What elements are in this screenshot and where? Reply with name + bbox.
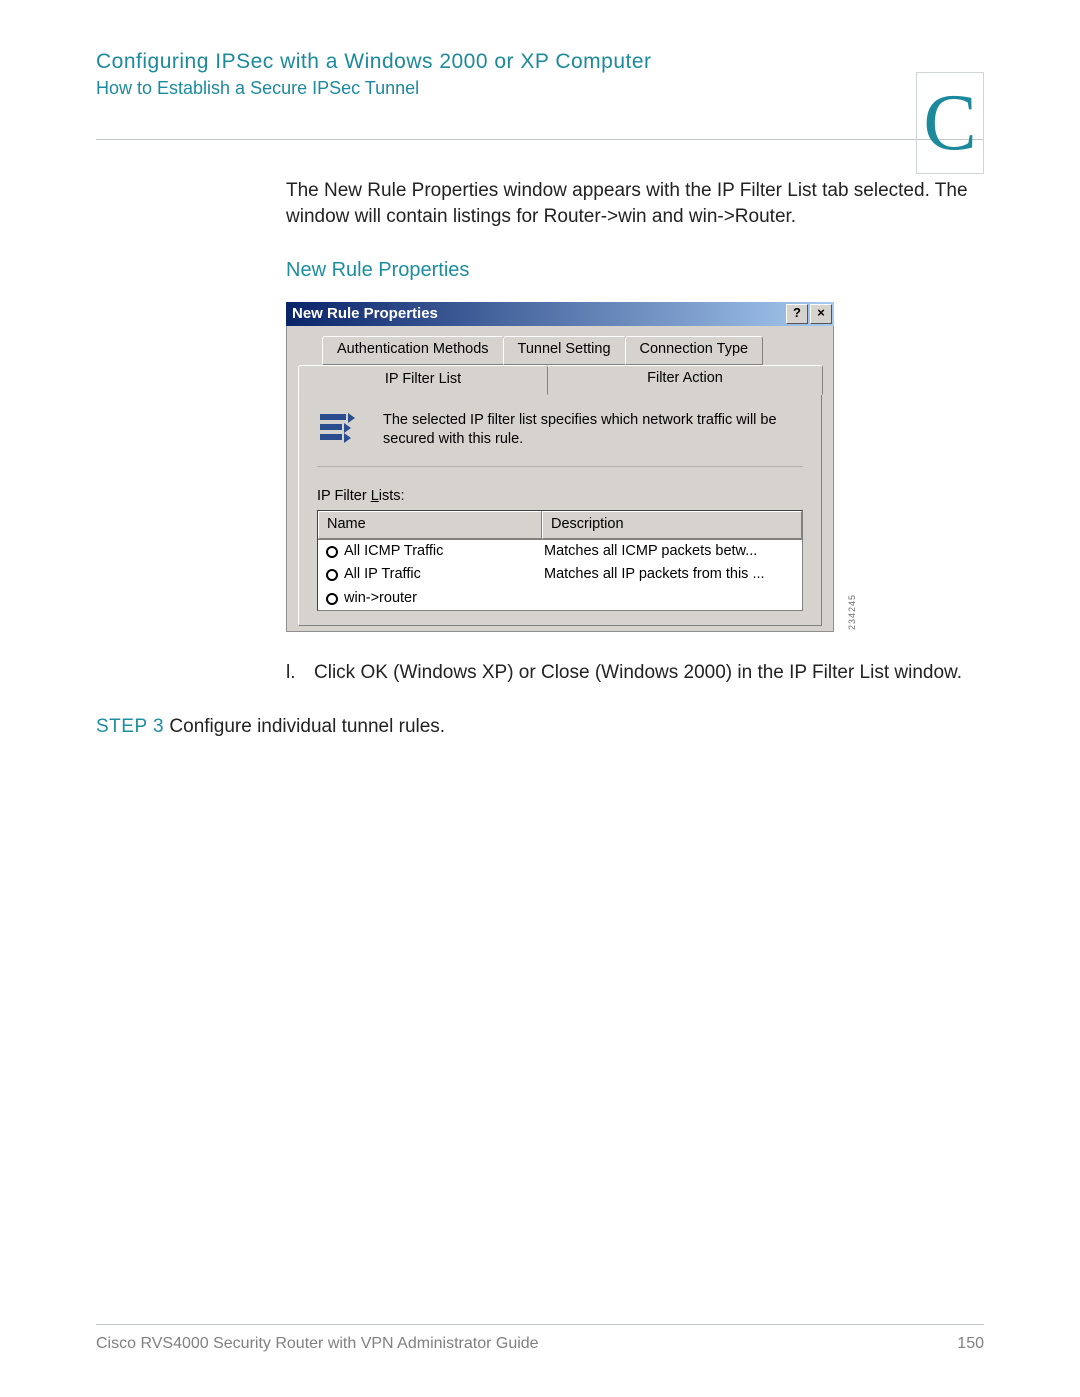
- header-divider: [96, 139, 984, 140]
- step-text: Configure individual tunnel rules.: [164, 716, 445, 737]
- tab-ip-filter-list[interactable]: IP Filter List: [298, 365, 548, 396]
- column-header-name[interactable]: Name: [318, 511, 542, 539]
- tab-tunnel-setting[interactable]: Tunnel Setting: [503, 336, 626, 365]
- radio-icon: [326, 546, 338, 558]
- substep-marker: l.: [286, 660, 314, 686]
- list-item[interactable]: All ICMP Traffic Matches all ICMP packet…: [318, 540, 802, 564]
- tab-connection-type[interactable]: Connection Type: [625, 336, 764, 365]
- section-title: How to Establish a Secure IPSec Tunnel: [96, 78, 984, 99]
- substep-l: l. Click OK (Windows XP) or Close (Windo…: [286, 660, 984, 686]
- label-prefix: IP Filter: [317, 488, 371, 504]
- listview-header: Name Description: [318, 511, 802, 540]
- page-header: Configuring IPSec with a Windows 2000 or…: [96, 50, 984, 140]
- rule-description-text: The selected IP filter list specifies wh…: [383, 411, 803, 447]
- cell-desc: Matches all IP packets from this ...: [544, 565, 798, 585]
- ip-filter-listview[interactable]: Name Description All ICMP Traffic Matche…: [317, 510, 803, 611]
- appendix-letter: C: [917, 73, 983, 173]
- substep-text: Click OK (Windows XP) or Close (Windows …: [314, 660, 962, 686]
- step-3: STEP 3 Configure individual tunnel rules…: [96, 714, 984, 740]
- cell-desc: Matches all ICMP packets betw...: [544, 542, 798, 562]
- radio-icon: [326, 569, 338, 581]
- dialog-body: Authentication Methods Tunnel Setting Co…: [286, 326, 834, 632]
- label-hotkey: L: [371, 488, 379, 504]
- document-page: Configuring IPSec with a Windows 2000 or…: [0, 0, 1080, 1397]
- new-rule-properties-dialog: New Rule Properties ? × Authentication M…: [286, 302, 834, 632]
- label-suffix: ists:: [379, 488, 405, 504]
- tab-filter-action[interactable]: Filter Action: [547, 365, 823, 396]
- column-header-description[interactable]: Description: [542, 511, 802, 539]
- footer-divider: [96, 1324, 984, 1325]
- help-button[interactable]: ?: [786, 304, 808, 324]
- cell-name: All ICMP Traffic: [344, 542, 544, 562]
- tabs-back-row: Authentication Methods Tunnel Setting Co…: [322, 336, 822, 365]
- tab-page-ip-filter-list: The selected IP filter list specifies wh…: [298, 394, 822, 626]
- list-item[interactable]: All IP Traffic Matches all IP packets fr…: [318, 563, 802, 587]
- filter-list-icon: [317, 411, 353, 443]
- figure-caption: New Rule Properties: [286, 257, 984, 284]
- tab-authentication-methods[interactable]: Authentication Methods: [322, 336, 504, 365]
- intro-paragraph: The New Rule Properties window appears w…: [286, 178, 984, 229]
- radio-icon: [326, 593, 338, 605]
- dialog-title: New Rule Properties: [292, 304, 438, 324]
- page-body: The New Rule Properties window appears w…: [286, 178, 984, 740]
- figure-container: 234245 New Rule Properties ? × Authentic…: [286, 302, 844, 632]
- close-button[interactable]: ×: [810, 304, 832, 324]
- cell-name: win->router: [344, 589, 544, 609]
- figure-id: 234245: [846, 594, 858, 630]
- appendix-badge: C: [916, 72, 984, 174]
- page-footer: Cisco RVS4000 Security Router with VPN A…: [96, 1316, 984, 1353]
- tabs-front-row: IP Filter List Filter Action: [298, 365, 822, 396]
- rule-description-row: The selected IP filter list specifies wh…: [317, 411, 803, 466]
- chapter-title: Configuring IPSec with a Windows 2000 or…: [96, 50, 984, 74]
- step-label: STEP 3: [96, 716, 164, 737]
- footer-guide-title: Cisco RVS4000 Security Router with VPN A…: [96, 1335, 539, 1353]
- dialog-titlebar: New Rule Properties ? ×: [286, 302, 834, 326]
- ip-filter-lists-label: IP Filter Lists:: [317, 487, 803, 507]
- list-item[interactable]: win->router: [318, 587, 802, 611]
- cell-name: All IP Traffic: [344, 565, 544, 585]
- page-number: 150: [957, 1335, 984, 1353]
